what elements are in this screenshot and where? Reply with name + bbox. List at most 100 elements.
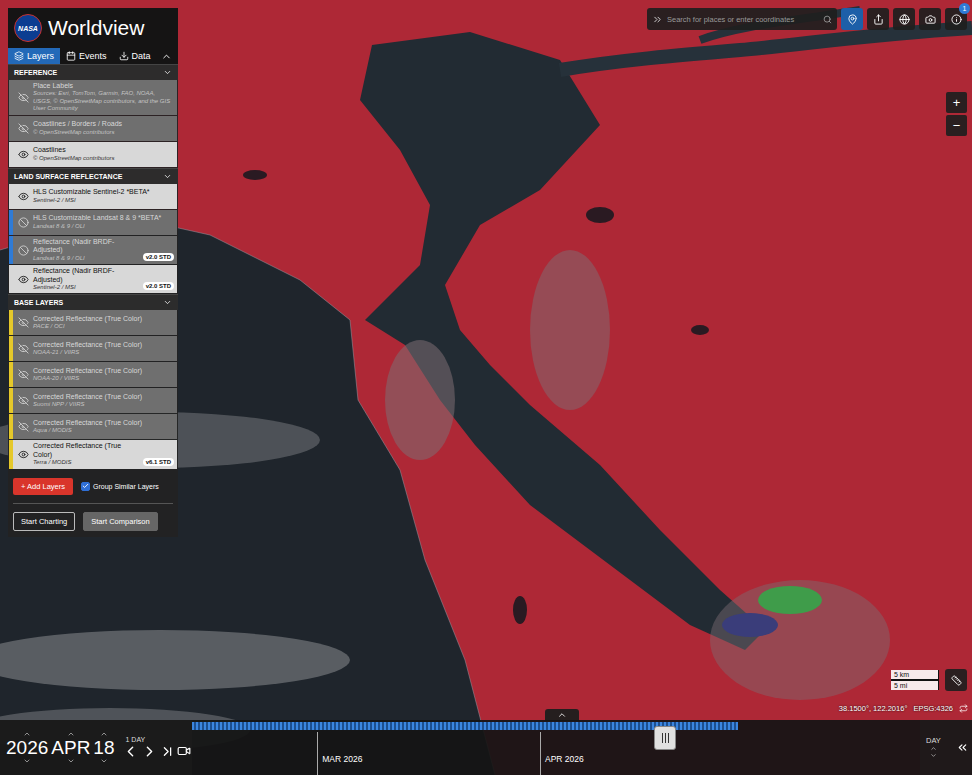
layer-item[interactable]: Corrected Reflectance (True Color)NOAA-2…	[9, 362, 177, 387]
tab[interactable]: Data	[113, 48, 157, 64]
step-size[interactable]: 1 DAY	[122, 736, 146, 743]
checkbox[interactable]	[81, 482, 90, 491]
visibility-toggle[interactable]	[13, 80, 33, 115]
collapse-icon[interactable]	[161, 51, 172, 62]
timeline: 2026APR18 1 DAY MAR 2026APR 2026 DAY	[0, 720, 972, 775]
layer-panel: NASAWorldviewLayersEventsDataREFERENCEPl…	[8, 8, 178, 537]
visibility-toggle[interactable]	[13, 265, 33, 293]
eye-off-icon[interactable]	[18, 92, 29, 103]
timeline-handle[interactable]	[654, 726, 676, 750]
info-button[interactable]: 1	[945, 8, 967, 30]
unavailable-icon[interactable]	[18, 217, 29, 228]
eye-off-icon[interactable]	[18, 421, 29, 432]
zoom-out-icon[interactable]	[930, 752, 937, 759]
info-icon	[951, 14, 962, 25]
zoom-level[interactable]: DAY	[926, 736, 941, 759]
layer-item[interactable]: Corrected Reflectance (True Color)Suomi …	[9, 388, 177, 413]
chevron-up-icon[interactable]	[557, 710, 567, 720]
layer-item[interactable]: Coastlines© OpenStreetMap contributors	[9, 142, 177, 167]
eye-off-icon[interactable]	[18, 369, 29, 380]
layer-item[interactable]: Reflectance (Nadir BRDF-Adjusted)Landsat…	[9, 236, 177, 264]
snapshot-button[interactable]	[919, 8, 941, 30]
eye-off-icon[interactable]	[18, 123, 29, 134]
measure-button[interactable]	[945, 669, 967, 691]
chevron-down-icon[interactable]	[163, 172, 172, 181]
zoom-in-icon[interactable]	[930, 745, 937, 752]
coordinates[interactable]: 38.1500°, 122.2016°EPSG:4326	[839, 704, 968, 713]
eye-off-icon[interactable]	[18, 395, 29, 406]
notification-badge: 1	[959, 3, 970, 14]
tab[interactable]: Layers	[8, 48, 60, 64]
visibility-toggle[interactable]	[13, 388, 33, 413]
unavailable-icon[interactable]	[18, 245, 29, 256]
projection-button[interactable]	[893, 8, 915, 30]
map-pin-icon	[847, 14, 858, 25]
layer-item[interactable]: Corrected Reflectance (True Color)Terra …	[9, 440, 177, 468]
group-header[interactable]: LAND SURFACE REFLECTANCE	[8, 168, 178, 184]
swap-format-icon[interactable]	[959, 704, 968, 713]
add-layers-button[interactable]: + Add Layers	[13, 478, 73, 495]
zoom-button[interactable]: +	[946, 92, 967, 113]
eye-icon[interactable]	[18, 274, 29, 285]
layer-group: REFERENCEPlace LabelsSources: Esri, TomT…	[8, 64, 178, 168]
visibility-toggle[interactable]	[13, 142, 33, 167]
layer-item[interactable]: Corrected Reflectance (True Color)NOAA-2…	[9, 336, 177, 361]
visibility-toggle[interactable]	[13, 184, 33, 209]
expand-icon[interactable]	[652, 14, 663, 25]
date-field[interactable]: APR	[51, 730, 90, 766]
increment-icon[interactable]	[67, 730, 75, 738]
visibility-toggle[interactable]	[13, 336, 33, 361]
layer-item[interactable]: Place LabelsSources: Esri, TomTom, Garmi…	[9, 80, 177, 115]
layer-source: Landsat 8 & 9 / OLI	[33, 223, 174, 231]
layer-source: PACE / OCI	[33, 323, 174, 331]
timeline-track[interactable]: MAR 2026APR 2026	[192, 720, 920, 775]
date-field[interactable]: 18	[93, 730, 114, 766]
increment-icon[interactable]	[23, 730, 31, 738]
decrement-icon[interactable]	[100, 757, 108, 765]
search-field[interactable]: Search for places or enter coordinates	[647, 8, 837, 30]
eye-icon[interactable]	[18, 191, 29, 202]
eye-icon[interactable]	[18, 449, 29, 460]
video-icon[interactable]	[177, 744, 191, 758]
latest-icon[interactable]	[160, 744, 175, 759]
visibility-toggle[interactable]	[13, 236, 33, 264]
layer-item[interactable]: HLS Customizable Sentinel-2 *BETA*Sentin…	[9, 184, 177, 209]
next-icon[interactable]	[141, 743, 158, 760]
group-header[interactable]: BASE LAYERS	[8, 294, 178, 310]
visibility-toggle[interactable]	[13, 414, 33, 439]
layer-item[interactable]: HLS Customizable Landsat 8 & 9 *BETA*Lan…	[9, 210, 177, 235]
layer-name: Reflectance (Nadir BRDF-Adjusted)	[33, 267, 138, 284]
visibility-toggle[interactable]	[13, 210, 33, 235]
chevron-down-icon[interactable]	[163, 68, 172, 77]
increment-icon[interactable]	[100, 730, 108, 738]
worldview-app: NASAWorldviewLayersEventsDataREFERENCEPl…	[0, 0, 972, 775]
visibility-toggle[interactable]	[13, 310, 33, 335]
decrement-icon[interactable]	[23, 757, 31, 765]
chevron-down-icon[interactable]	[163, 298, 172, 307]
visibility-toggle[interactable]	[13, 440, 33, 468]
layer-item[interactable]: Corrected Reflectance (True Color)PACE /…	[9, 310, 177, 335]
collapse-timeline-icon[interactable]	[956, 741, 969, 754]
eye-icon[interactable]	[18, 149, 29, 160]
location-button[interactable]	[841, 8, 863, 30]
group-header[interactable]: REFERENCE	[8, 64, 178, 80]
zoom-button[interactable]: −	[946, 115, 967, 136]
date-field[interactable]: 2026	[6, 730, 48, 766]
layer-item[interactable]: Corrected Reflectance (True Color)Aqua /…	[9, 414, 177, 439]
previous-icon[interactable]	[122, 743, 139, 760]
layer-item[interactable]: Reflectance (Nadir BRDF-Adjusted)Sentine…	[9, 265, 177, 293]
visibility-toggle[interactable]	[13, 362, 33, 387]
panel-button[interactable]: Start Charting	[13, 512, 75, 531]
search-icon[interactable]	[823, 15, 832, 24]
tab[interactable]: Events	[60, 48, 113, 64]
layer-color-stripe	[9, 336, 13, 361]
layer-item[interactable]: Coastlines / Borders / Roads© OpenStreet…	[9, 116, 177, 141]
panel-button[interactable]: Start Comparison	[83, 512, 157, 531]
group-similar-checkbox[interactable]: Group Similar Layers	[81, 482, 159, 491]
eye-off-icon[interactable]	[18, 343, 29, 354]
visibility-toggle[interactable]	[13, 116, 33, 141]
decrement-icon[interactable]	[67, 757, 75, 765]
share-button[interactable]	[867, 8, 889, 30]
layer-source: Sentinel-2 / MSI	[33, 197, 174, 205]
eye-off-icon[interactable]	[18, 317, 29, 328]
